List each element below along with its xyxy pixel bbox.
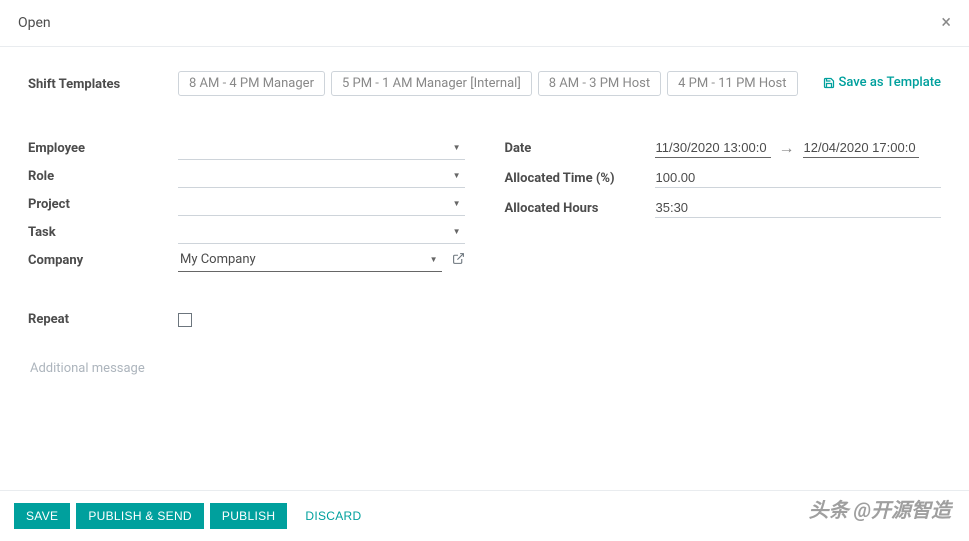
template-pill[interactable]: 8 AM - 4 PM Manager xyxy=(178,71,325,96)
modal-title: Open xyxy=(18,15,51,31)
project-field: Project ▼ xyxy=(28,190,465,218)
discard-button[interactable]: DISCARD xyxy=(293,503,373,529)
save-icon xyxy=(823,77,835,89)
repeat-label: Repeat xyxy=(28,312,178,327)
employee-label: Employee xyxy=(28,141,178,156)
publish-button[interactable]: PUBLISH xyxy=(210,503,287,529)
right-column: Date → Allocated Time (%) Allocated Hour… xyxy=(505,134,942,274)
save-as-template-button[interactable]: Save as Template xyxy=(823,71,942,90)
template-pill[interactable]: 8 AM - 3 PM Host xyxy=(538,71,661,96)
repeat-checkbox[interactable] xyxy=(178,313,192,327)
external-link-icon[interactable] xyxy=(452,252,465,269)
company-label: Company xyxy=(28,253,178,268)
template-pills: 8 AM - 4 PM Manager 5 PM - 1 AM Manager … xyxy=(178,71,823,96)
publish-send-button[interactable]: PUBLISH & SEND xyxy=(76,503,204,529)
allocated-hours-input[interactable] xyxy=(655,198,942,218)
chevron-down-icon: ▼ xyxy=(453,171,461,180)
role-field: Role ▼ xyxy=(28,162,465,190)
chevron-down-icon: ▼ xyxy=(453,199,461,208)
company-value: My Company xyxy=(178,252,430,267)
task-select[interactable]: ▼ xyxy=(178,220,465,244)
shift-templates-label: Shift Templates xyxy=(28,71,178,92)
employee-select[interactable]: ▼ xyxy=(178,136,465,160)
company-select[interactable]: My Company ▼ xyxy=(178,248,442,272)
additional-message-input[interactable]: Additional message xyxy=(28,357,941,380)
role-select[interactable]: ▼ xyxy=(178,164,465,188)
allocated-time-input[interactable] xyxy=(655,168,942,188)
date-to-input[interactable] xyxy=(803,138,919,158)
template-pill[interactable]: 4 PM - 11 PM Host xyxy=(667,71,797,96)
arrow-right-icon: → xyxy=(779,138,795,158)
allocated-hours-label: Allocated Hours xyxy=(505,201,655,216)
company-field: Company My Company ▼ xyxy=(28,246,465,274)
employee-field: Employee ▼ xyxy=(28,134,465,162)
save-as-template-label: Save as Template xyxy=(839,75,942,90)
allocated-time-label: Allocated Time (%) xyxy=(505,171,655,186)
date-field: Date → xyxy=(505,134,942,162)
chevron-down-icon: ▼ xyxy=(430,255,438,264)
modal-footer: SAVE PUBLISH & SEND PUBLISH DISCARD xyxy=(0,490,969,541)
save-button[interactable]: SAVE xyxy=(14,503,70,529)
repeat-field: Repeat xyxy=(28,312,941,327)
date-label: Date xyxy=(505,141,655,156)
role-label: Role xyxy=(28,169,178,184)
close-icon[interactable]: × xyxy=(941,14,951,32)
modal-header: Open × xyxy=(0,0,969,47)
form-columns: Employee ▼ Role ▼ Project ▼ xyxy=(28,134,941,274)
shift-templates-section: Shift Templates 8 AM - 4 PM Manager 5 PM… xyxy=(28,71,941,96)
chevron-down-icon: ▼ xyxy=(453,143,461,152)
task-field: Task ▼ xyxy=(28,218,465,246)
template-pill[interactable]: 5 PM - 1 AM Manager [Internal] xyxy=(331,71,532,96)
modal-body: Shift Templates 8 AM - 4 PM Manager 5 PM… xyxy=(0,47,969,390)
left-column: Employee ▼ Role ▼ Project ▼ xyxy=(28,134,465,274)
project-select[interactable]: ▼ xyxy=(178,192,465,216)
task-label: Task xyxy=(28,225,178,240)
allocated-time-field: Allocated Time (%) xyxy=(505,164,942,192)
allocated-hours-field: Allocated Hours xyxy=(505,194,942,222)
date-from-input[interactable] xyxy=(655,138,771,158)
project-label: Project xyxy=(28,197,178,212)
chevron-down-icon: ▼ xyxy=(453,227,461,236)
